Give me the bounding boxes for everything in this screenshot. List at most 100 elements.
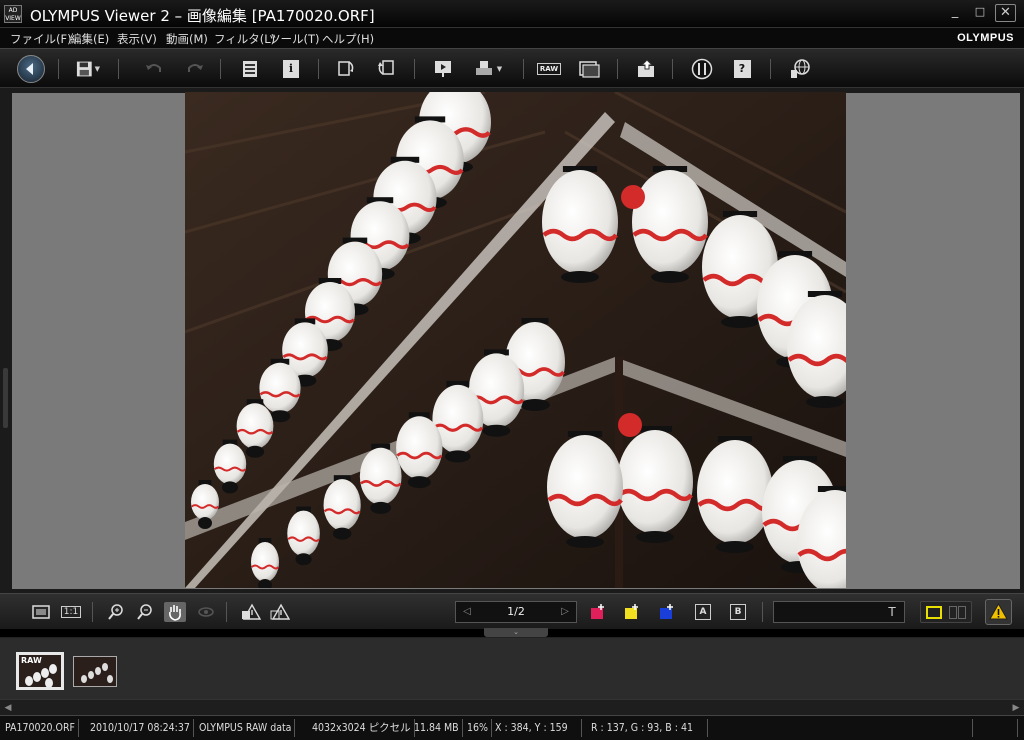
status-zoom: 16% [464,719,492,737]
main-toolbar: ▼ i ▼ RAW ? [0,48,1024,88]
raw-tag: RAW [21,656,42,665]
preview-toggle-button[interactable] [195,602,217,622]
redo-icon [188,64,203,72]
actual-size-button[interactable]: 1:1 [60,602,82,622]
menu-help[interactable]: ヘルプ(H) [322,31,374,47]
status-bar: PA170020.ORF 2010/10/17 08:24:37 OLYMPUS… [0,715,1024,740]
zoom-out-button[interactable] [134,602,156,622]
export-icon [638,59,654,77]
filmstrip: RAW [0,637,1024,699]
info-button[interactable]: i [279,58,303,80]
floppy-icon [76,61,92,77]
panel-handle[interactable] [3,368,8,428]
mark-blue-icon [660,604,673,619]
dropdown-arrow-icon: ▼ [94,65,100,73]
a-icon: A [695,604,711,620]
arrow-left-circle-icon [26,63,33,75]
batch-raw-button[interactable] [577,58,601,80]
compare-a-button[interactable]: A [692,602,714,622]
add-blue-mark-button[interactable] [656,602,678,622]
highlight-warning-button[interactable] [240,602,262,622]
status-coords: X : 384, Y : 159 [492,719,582,737]
zoom-in-button[interactable] [105,602,127,622]
warning-triangle-icon [242,603,261,620]
filmstrip-scrollbar[interactable]: ◀ ▶ [0,699,1024,715]
globe-icon [791,59,810,78]
list-icon [243,61,257,77]
slideshow-icon [435,61,451,77]
minimize-button[interactable]: _ [945,4,965,22]
settings-button[interactable] [690,58,714,80]
menu-movie[interactable]: 動画(M) [166,31,208,47]
text-search-field[interactable]: T [773,601,905,623]
info-icon: i [283,60,299,78]
prev-page-button[interactable]: ◁ [456,602,478,622]
thumbnail-item[interactable]: RAW [16,652,64,690]
web-button[interactable] [788,58,812,80]
warning-icon [989,602,1008,620]
split-view-right-icon[interactable] [958,606,966,619]
layout-toggle [920,601,972,623]
menu-filter[interactable]: フィルタ(L) [214,31,275,47]
mark-yellow-icon [625,604,638,619]
brand-logo: OLYMPUS [957,32,1014,44]
lantern-photo [185,92,846,588]
text-icon[interactable]: T [884,604,900,620]
menu-file[interactable]: ファイル(F) [10,31,72,47]
shadow-warning-button[interactable] [269,602,291,622]
status-filesize: 11.84 MB [411,719,463,737]
add-red-mark-button[interactable] [587,602,609,622]
scroll-left-button[interactable]: ◀ [2,702,14,714]
dropdown-arrow-icon: ▼ [496,65,503,73]
add-yellow-mark-button[interactable] [621,602,643,622]
page-indicator: 1/2 [507,605,525,618]
compare-b-button[interactable]: B [727,602,749,622]
printer-icon [475,61,492,75]
tools-icon [691,58,713,80]
status-dimensions: 4032x3024 ピクセル [309,719,415,737]
zoom-out-icon [137,604,152,620]
zoom-in-icon [108,604,123,620]
eye-icon [198,607,214,617]
transform-icon [378,60,394,75]
menu-bar: ファイル(F) 編集(E) 表示(V) 動画(M) フィルタ(L) ツール(T)… [0,28,1024,48]
list-button[interactable] [238,58,262,80]
menu-view[interactable]: 表示(V) [117,31,157,47]
warning-triangle-icon [270,603,290,620]
b-icon: B [730,604,746,620]
close-button[interactable]: ✕ [995,4,1016,22]
slideshow-button[interactable] [431,58,455,80]
collapse-filmstrip-button[interactable]: ⌄ [484,628,548,637]
menu-edit[interactable]: 編集(E) [70,31,109,47]
fit-screen-button[interactable] [30,602,52,622]
raw-develop-button[interactable]: RAW [536,58,562,80]
rotate-icon [338,61,354,76]
batch-raw-icon [579,61,600,78]
photo-preview[interactable] [185,92,846,588]
hand-tool-button[interactable] [164,602,186,622]
undo-button[interactable] [142,58,166,80]
scroll-right-button[interactable]: ▶ [1010,702,1022,714]
raw-icon: RAW [536,63,562,75]
thumbnail-image [74,657,116,686]
help-icon: ? [733,60,751,78]
rotate-button[interactable] [334,58,358,80]
app-icon: AD VIEW [4,5,22,23]
help-button[interactable]: ? [730,58,754,80]
status-format: OLYMPUS RAW data [196,719,296,737]
mark-red-icon [591,604,604,619]
back-button[interactable] [17,55,45,83]
maximize-button[interactable]: □ [970,4,990,22]
single-view-button[interactable] [926,606,942,619]
print-button[interactable]: ▼ [470,58,506,80]
split-view-left-icon[interactable] [949,606,957,619]
redo-button[interactable] [183,58,207,80]
save-button[interactable]: ▼ [76,58,100,80]
thumbnail-item[interactable] [73,656,117,687]
export-button[interactable] [635,58,659,80]
menu-tools[interactable]: ツール(T) [269,31,320,47]
transform-button[interactable] [374,58,398,80]
one-to-one-icon: 1:1 [60,606,82,618]
alert-button[interactable] [985,599,1012,625]
next-page-button[interactable]: ▷ [554,602,576,622]
